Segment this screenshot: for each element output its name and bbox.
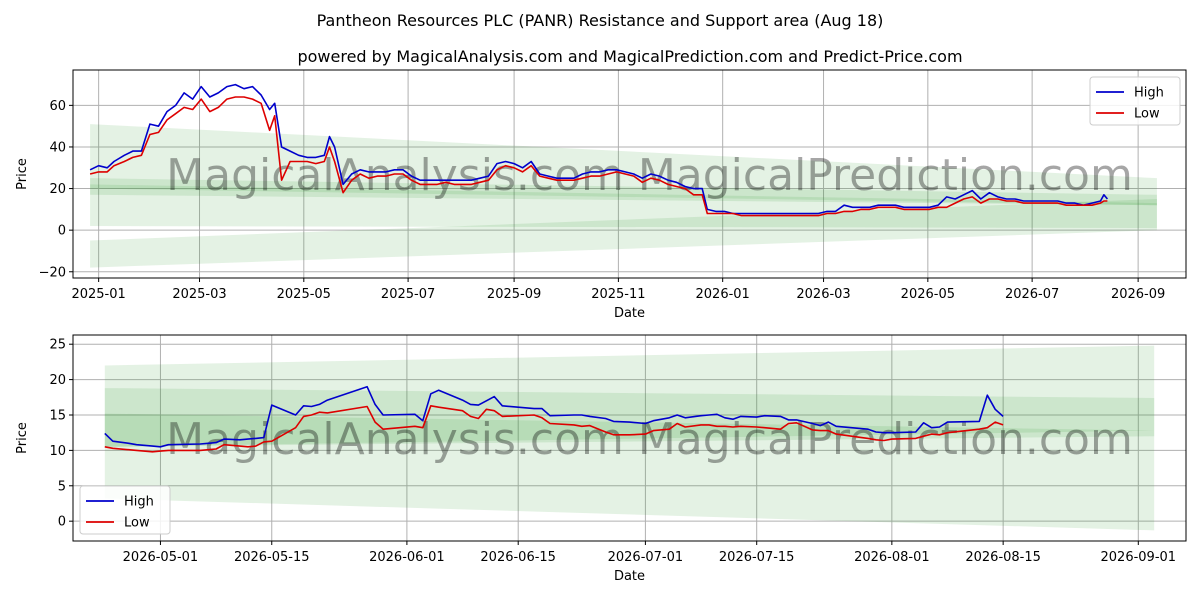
y-tick-label: 0 — [58, 515, 66, 530]
y-tick-label: 5 — [58, 479, 66, 494]
x-tick-label: 2025-05 — [277, 287, 331, 302]
x-tick-label: 2026-07-15 — [719, 550, 795, 565]
y-axis-label: Price — [15, 422, 30, 454]
legend-label-high: High — [124, 495, 154, 510]
y-axis-label: Price — [15, 158, 30, 190]
x-tick-label: 2026-08-01 — [854, 550, 930, 565]
y-tick-label: 10 — [49, 444, 66, 459]
x-tick-label: 2025-09 — [487, 287, 541, 302]
top-panel: MagicalAnalysis.com MagicalPrediction.co… — [15, 69, 1187, 321]
x-tick-label: 2026-06-15 — [480, 550, 556, 565]
x-axis-label: Date — [614, 306, 645, 321]
x-tick-label: 2026-09 — [1111, 287, 1165, 302]
chart-figure: Pantheon Resources PLC (PANR) Resistance… — [15, 11, 1187, 584]
x-tick-label: 2026-05-01 — [123, 550, 199, 565]
x-tick-label: 2026-05 — [901, 287, 955, 302]
x-tick-label: 2026-07-01 — [608, 550, 684, 565]
x-tick-label: 2025-03 — [172, 287, 226, 302]
x-tick-label: 2025-01 — [71, 287, 125, 302]
legend-label-low: Low — [124, 516, 150, 531]
chart-subtitle: powered by MagicalAnalysis.com and Magic… — [297, 47, 962, 66]
x-tick-label: 2026-01 — [696, 287, 750, 302]
x-tick-label: 2026-08-15 — [965, 550, 1041, 565]
x-tick-label: 2026-06-01 — [369, 550, 445, 565]
y-tick-label: −20 — [39, 265, 66, 280]
x-tick-label: 2025-07 — [381, 287, 435, 302]
chart-title: Pantheon Resources PLC (PANR) Resistance… — [317, 11, 884, 30]
x-tick-label: 2026-05-15 — [234, 550, 310, 565]
y-tick-label: 15 — [49, 408, 66, 423]
x-axis-label: Date — [614, 569, 645, 584]
legend-label-low: Low — [1134, 107, 1160, 122]
x-tick-label: 2026-03 — [796, 287, 850, 302]
legend: High Low — [1089, 76, 1181, 126]
bottom-panel: MagicalAnalysis.com MagicalPrediction.co… — [15, 334, 1187, 584]
y-tick-label: 40 — [49, 140, 66, 155]
y-tick-label: 20 — [49, 373, 66, 388]
y-tick-label: 25 — [49, 338, 66, 353]
x-tick-label: 2026-09-01 — [1101, 550, 1177, 565]
y-tick-label: 60 — [49, 99, 66, 114]
y-tick-label: 20 — [49, 182, 66, 197]
x-tick-label: 2026-07 — [1005, 287, 1059, 302]
x-tick-label: 2025-11 — [591, 287, 645, 302]
y-tick-label: 0 — [58, 224, 66, 239]
legend-label-high: High — [1134, 86, 1164, 101]
legend: High Low — [79, 485, 171, 535]
